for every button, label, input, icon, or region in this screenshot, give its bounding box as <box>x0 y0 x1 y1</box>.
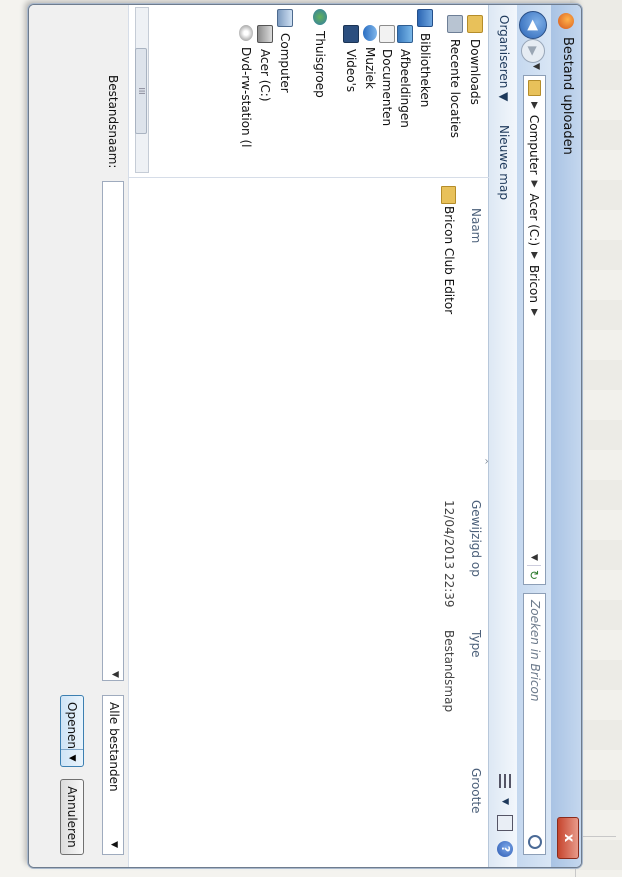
breadcrumb-item-bricon[interactable]: Bricon <box>528 265 542 303</box>
main-area: Downloads Recente locaties Bibliotheken … <box>129 5 489 867</box>
forward-button[interactable]: ▶ <box>521 39 545 63</box>
folder-icon <box>528 80 541 96</box>
filename-input[interactable] <box>102 181 124 681</box>
sidebar-item-label: Recente locaties <box>448 39 462 138</box>
title-bar: Bestand uploaden x <box>551 5 581 867</box>
sidebar-item-documents[interactable]: Documenten <box>379 25 395 126</box>
firefox-icon <box>558 13 574 29</box>
sidebar-item-recent-places[interactable]: Recente locaties <box>447 15 463 138</box>
recent-places-icon <box>447 15 463 33</box>
refresh-icon[interactable]: ↻ <box>527 564 542 580</box>
open-button-label: Openen <box>65 702 79 750</box>
sidebar-item-label: Thuisgroep <box>313 31 327 98</box>
breadcrumb-separator[interactable]: ▶ <box>530 102 540 109</box>
cancel-button[interactable]: Annuleren <box>60 779 84 855</box>
table-row[interactable]: Bricon Club Editor 12/04/2013 22:39 Best… <box>439 184 459 861</box>
file-name[interactable]: Bricon Club Editor <box>442 206 456 314</box>
open-button[interactable]: Openen ▼ <box>60 695 84 767</box>
scrollbar-thumb[interactable]: III <box>135 48 147 134</box>
file-modified: 12/04/2013 22:39 <box>442 500 456 608</box>
file-type-filter-value: Alle bestanden <box>107 702 121 792</box>
sidebar-item-dvd-drive[interactable]: Dvd-rw-station (l <box>239 25 253 148</box>
sidebar-item-computer[interactable]: Computer <box>277 9 293 93</box>
preview-pane-icon[interactable] <box>497 815 513 831</box>
sort-indicator-icon: ^ <box>480 458 489 465</box>
column-header-modified[interactable]: Gewijzigd op <box>469 500 483 577</box>
dialog-footer: Bestandsnaam: ▼ Alle bestanden ▼ Openen … <box>28 5 129 867</box>
sidebar-item-label: Bibliotheken <box>418 33 432 108</box>
homegroup-icon <box>313 9 327 25</box>
chevron-down-icon[interactable]: ▼ <box>109 841 119 848</box>
file-type-filter[interactable]: Alle bestanden ▼ <box>102 695 124 855</box>
sidebar-item-music[interactable]: Muziek <box>363 25 377 89</box>
folder-icon <box>467 15 483 33</box>
file-type: Bestandsmap <box>442 630 456 713</box>
computer-icon <box>277 9 293 27</box>
close-button[interactable]: x <box>557 817 579 859</box>
sidebar-item-label: Computer <box>278 33 292 93</box>
column-header-size[interactable]: Grootte <box>469 768 483 813</box>
breadcrumb-separator[interactable]: ▶ <box>530 181 540 188</box>
organize-menu[interactable]: Organiseren ▼ <box>497 15 511 101</box>
address-bar-row: ◀ ▶ ▼ ▶ Computer ▶ Acer (C:) ▶ Bricon ▶ … <box>517 5 551 867</box>
breadcrumb[interactable]: ▶ Computer ▶ Acer (C:) ▶ Bricon ▶ ▼ ↻ <box>523 75 546 585</box>
help-icon[interactable]: ? <box>497 841 513 857</box>
dvd-icon <box>239 25 253 41</box>
pictures-icon <box>397 25 413 43</box>
folder-icon <box>441 186 457 204</box>
sidebar-item-label: Documenten <box>380 49 394 127</box>
column-header-type[interactable]: Type <box>469 630 483 658</box>
sidebar-item-videos[interactable]: Video's <box>343 25 359 92</box>
navigation-pane-scrollbar[interactable]: III <box>135 7 149 173</box>
open-options-dropdown[interactable]: ▼ <box>61 749 83 766</box>
change-view-icon[interactable] <box>499 774 511 789</box>
breadcrumb-separator[interactable]: ▶ <box>530 309 540 316</box>
search-icon[interactable] <box>528 835 542 849</box>
view-options-dropdown[interactable]: ▼ <box>500 798 510 805</box>
sidebar-item-downloads[interactable]: Downloads <box>467 15 483 105</box>
sidebar-item-label: Dvd-rw-station (l <box>239 47 253 148</box>
sidebar-item-pictures[interactable]: Afbeeldingen <box>397 25 413 128</box>
sidebar-item-drive-c[interactable]: Acer (C:) <box>257 25 273 102</box>
filename-label: Bestandsnaam: <box>106 75 120 169</box>
documents-icon <box>379 25 395 43</box>
sidebar-item-homegroup[interactable]: Thuisgroep <box>313 9 327 98</box>
sidebar-item-label: Acer (C:) <box>258 49 272 102</box>
filename-history-dropdown[interactable]: ▼ <box>110 671 120 678</box>
file-upload-dialog: Bestand uploaden x ◀ ▶ ▼ ▶ Computer ▶ Ac… <box>28 4 582 868</box>
navigation-pane[interactable]: Downloads Recente locaties Bibliotheken … <box>129 5 489 178</box>
breadcrumb-separator[interactable]: ▶ <box>530 252 540 259</box>
back-button[interactable]: ◀ <box>519 11 547 39</box>
sidebar-item-label: Afbeeldingen <box>398 49 412 128</box>
file-list[interactable]: Naam ^ Gewijzigd op Type Grootte Bricon … <box>129 178 489 867</box>
window-title: Bestand uploaden <box>560 37 575 155</box>
videos-icon <box>343 25 359 43</box>
drive-icon <box>257 25 273 43</box>
new-folder-button[interactable]: Nieuwe map <box>497 125 511 200</box>
sidebar-item-label: Video's <box>344 49 358 93</box>
breadcrumb-item-drive[interactable]: Acer (C:) <box>528 194 542 247</box>
sidebar-item-label: Downloads <box>468 39 482 105</box>
libraries-icon <box>417 9 433 27</box>
address-history-dropdown[interactable]: ▼ <box>530 554 540 561</box>
sidebar-item-libraries[interactable]: Bibliotheken <box>417 9 433 107</box>
search-input[interactable]: Zoeken in Bricon <box>523 593 546 855</box>
toolbar: Organiseren ▼ Nieuwe map ▼ ? <box>488 5 517 867</box>
recent-pages-dropdown[interactable]: ▼ <box>531 63 541 70</box>
column-header-name[interactable]: Naam <box>469 208 483 243</box>
breadcrumb-item-computer[interactable]: Computer <box>528 115 542 175</box>
sidebar-item-label: Muziek <box>363 47 377 89</box>
music-icon <box>363 25 377 41</box>
